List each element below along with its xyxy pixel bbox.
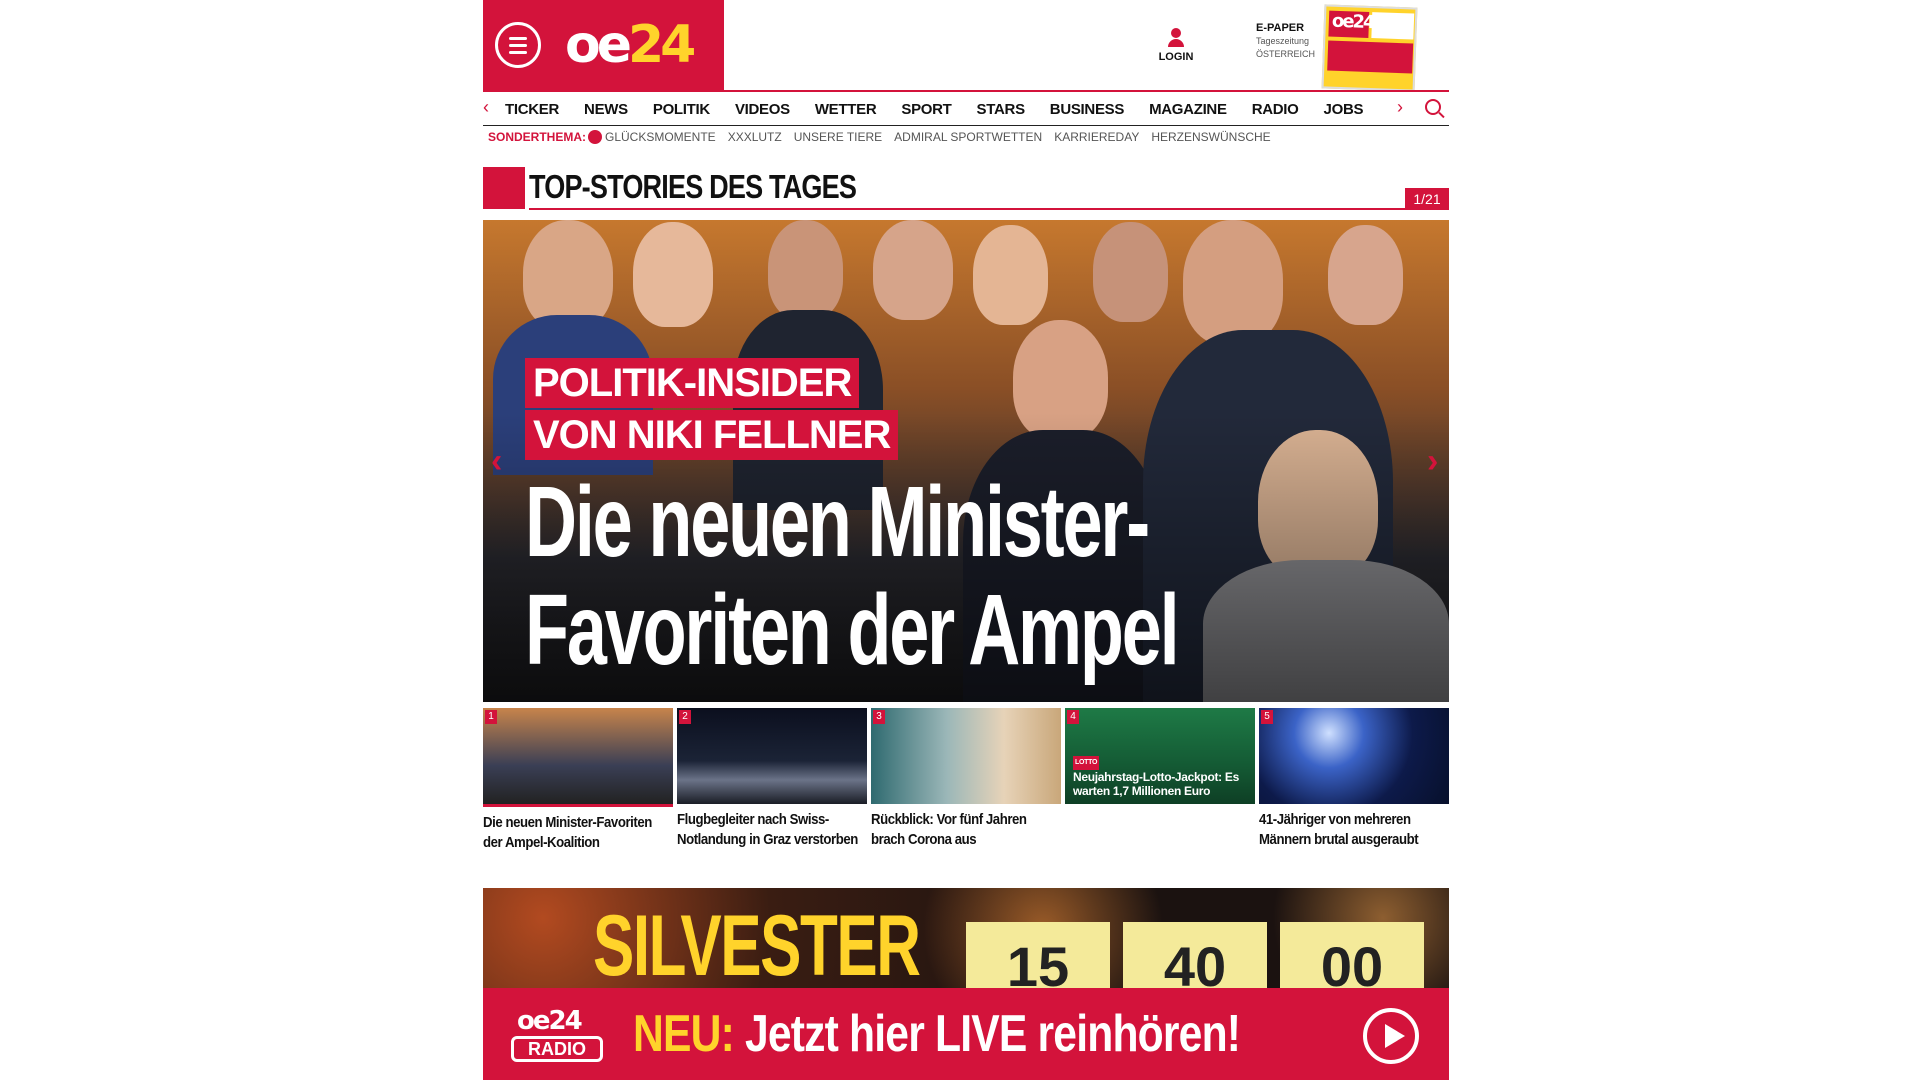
nav-item-stars[interactable]: STARS — [977, 101, 1026, 118]
special-item[interactable]: KARRIEREDAY — [1054, 130, 1139, 144]
silvester-title: SILVESTER — [593, 898, 921, 988]
special-item[interactable]: GLÜCKSMOMENTE — [605, 130, 716, 144]
login-button[interactable]: LOGIN — [1158, 28, 1194, 63]
teaser-image: 1 — [483, 708, 673, 804]
teaser-card[interactable]: 4 LOTTO Neujahrstag-Lotto-Jackpot: Es wa… — [1065, 708, 1255, 810]
page: oe24 LOGIN E-PAPER Tageszeitung ÖSTERREI… — [483, 0, 1449, 1080]
countdown-minutes: 40 — [1123, 922, 1267, 988]
menu-icon[interactable] — [495, 22, 541, 68]
play-icon[interactable] — [1363, 1008, 1419, 1064]
section-marker — [483, 167, 525, 209]
nav-item-wetter[interactable]: WETTER — [815, 101, 877, 118]
special-label: SONDERTHEMA: — [488, 130, 586, 144]
nav-item-jobs[interactable]: JOBS — [1324, 101, 1364, 118]
silvester-countdown-banner[interactable]: SILVESTER 15 40 00 — [483, 888, 1449, 988]
nav-item-news[interactable]: NEWS — [584, 101, 628, 118]
teaser-card[interactable]: 1 Die neuen Minister-Favoriten der Ampel… — [483, 708, 673, 853]
slide-counter: 1/21 — [1405, 188, 1449, 210]
nav-item-radio[interactable]: RADIO — [1252, 101, 1299, 118]
oe24-radio-logo: oe24 RADIO — [511, 1006, 603, 1064]
nav-item-magazine[interactable]: MAGAZINE — [1149, 101, 1227, 118]
nav-item-videos[interactable]: VIDEOS — [735, 101, 790, 118]
hero-headline[interactable]: Die neuen Minister- Favoriten der Ampel — [525, 468, 1180, 684]
radio-live-bar[interactable]: oe24 RADIO NEU: Jetzt hier LIVE reinhöre… — [483, 988, 1449, 1080]
glueck-icon — [588, 130, 602, 144]
epaper-link[interactable]: E-PAPER Tageszeitung ÖSTERREICH — [1256, 22, 1315, 61]
nav-item-ticker[interactable]: TICKER — [505, 101, 559, 118]
teaser-card[interactable]: 5 41-Jähriger von mehreren Männern bruta… — [1259, 708, 1449, 850]
teaser-title: Rückblick: Vor fünf Jahren brach Corona … — [871, 811, 1027, 848]
user-icon — [1171, 28, 1181, 38]
teaser-title: Die neuen Minister-Favoriten der Ampel-K… — [483, 814, 652, 851]
special-item[interactable]: HERZENSWÜNSCHE — [1151, 130, 1270, 144]
teaser-image: 4 LOTTO Neujahrstag-Lotto-Jackpot: Es wa… — [1065, 708, 1255, 804]
nav-item-politik[interactable]: POLITIK — [653, 101, 710, 118]
teaser-card[interactable]: 2 Flugbegleiter nach Swiss-Notlandung in… — [677, 708, 867, 850]
section-title: TOP-STORIES DES TAGES — [529, 168, 857, 205]
countdown-seconds: 00 — [1280, 922, 1424, 988]
teaser-card[interactable]: 3 Rückblick: Vor fünf Jahren brach Coron… — [871, 708, 1061, 850]
nav-item-business[interactable]: BUSINESS — [1050, 101, 1125, 118]
teaser-strip: 1 Die neuen Minister-Favoriten der Ampel… — [483, 708, 1449, 868]
main-nav: ‹ TICKER NEWS POLITIK VIDEOS WETTER SPOR… — [483, 90, 1449, 126]
special-item[interactable]: UNSERE TIERE — [794, 130, 882, 144]
countdown-hours: 15 — [966, 922, 1110, 988]
nav-item-sport[interactable]: SPORT — [901, 101, 951, 118]
epaper-cover-image[interactable]: oe24 — [1321, 4, 1418, 92]
nav-prev-icon[interactable]: ‹ — [483, 97, 489, 118]
teaser-title: 41-Jähriger von mehreren Männern brutal … — [1259, 811, 1419, 848]
teaser-image: 3 — [871, 708, 1061, 804]
logo-area[interactable]: oe24 — [483, 0, 724, 90]
teaser-image: 5 — [1259, 708, 1449, 804]
oe24-logo[interactable]: oe24 — [565, 14, 696, 76]
hero-slide[interactable]: POLITIK-INSIDER VON NIKI FELLNER Die neu… — [483, 220, 1449, 702]
special-item[interactable]: ADMIRAL SPORTWETTEN — [894, 130, 1042, 144]
special-item[interactable]: XXXLUTZ — [728, 130, 782, 144]
hero-next-icon[interactable]: › — [1427, 442, 1438, 481]
search-icon[interactable] — [1425, 99, 1441, 115]
hero-kicker: POLITIK-INSIDER VON NIKI FELLNER — [525, 358, 899, 460]
teaser-image: 2 — [677, 708, 867, 804]
section-divider — [529, 208, 1449, 210]
special-topics-bar: SONDERTHEMA: GLÜCKSMOMENTE XXXLUTZ UNSER… — [488, 130, 1283, 144]
radio-cta-text: NEU: Jetzt hier LIVE reinhören! — [633, 1005, 1241, 1063]
nav-next-icon[interactable]: › — [1397, 97, 1403, 118]
teaser-title: Flugbegleiter nach Swiss-Notlandung in G… — [677, 811, 858, 848]
login-label: LOGIN — [1158, 51, 1194, 63]
hero-prev-icon[interactable]: ‹ — [491, 442, 502, 481]
